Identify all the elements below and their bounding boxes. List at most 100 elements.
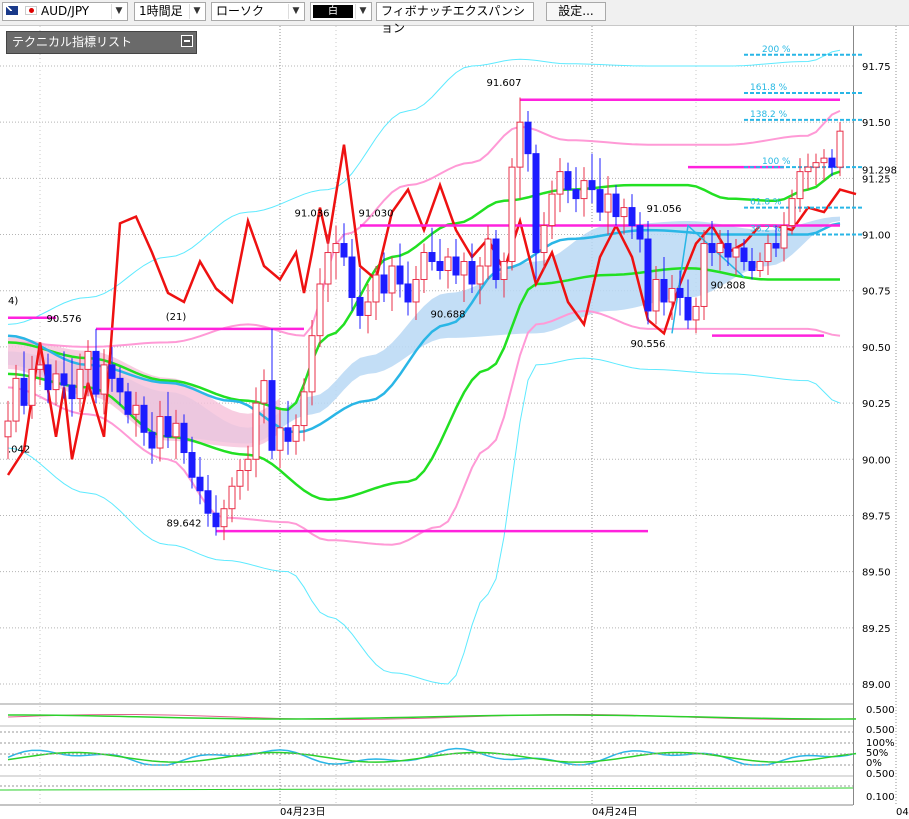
candle	[596, 158, 604, 222]
candle	[268, 328, 276, 460]
price-tick-label: 90.50	[862, 343, 891, 354]
candle-body	[764, 243, 772, 263]
candle-body	[740, 247, 748, 263]
candle	[436, 239, 444, 280]
time-tick-label: 04月25日	[896, 806, 909, 818]
candle	[212, 495, 220, 536]
candle	[700, 230, 708, 320]
time-tick-label: 04月24日	[592, 806, 637, 818]
candle-body	[788, 198, 796, 227]
candle-body	[52, 373, 60, 391]
candle	[204, 475, 212, 527]
candle	[556, 158, 564, 213]
price-tick-label: 91.75	[862, 62, 891, 73]
price-axis: 91.7591.5091.2591.0090.7590.5090.2590.00…	[862, 62, 897, 691]
candle	[484, 225, 492, 280]
candle-body	[748, 261, 756, 272]
candle-body	[500, 261, 508, 280]
price-tick-label: 90.25	[862, 399, 891, 410]
candle-body	[268, 380, 276, 451]
price-tick-label: 89.00	[862, 680, 891, 691]
candle-body	[284, 427, 292, 442]
candle-body	[700, 243, 708, 307]
candle-body	[188, 452, 196, 478]
fib-level-label: 61.8 %	[750, 198, 782, 208]
candle-body	[836, 130, 844, 168]
candle-body	[364, 301, 372, 316]
price-annotation: 91.607	[487, 78, 522, 89]
sub-panel-tick-label: 0.500	[866, 725, 895, 736]
candle-body	[324, 252, 332, 285]
candle-body	[636, 225, 644, 240]
candle-body	[156, 416, 164, 449]
price-tick-label: 89.25	[862, 624, 891, 635]
candle	[452, 239, 460, 284]
price-annotation: 90.808	[711, 280, 746, 291]
candle-body	[820, 157, 828, 164]
candle-body	[676, 287, 684, 298]
price-annotation: 89.642	[167, 519, 202, 530]
candle-body	[772, 243, 780, 249]
candle-body	[716, 243, 724, 254]
candle-body	[668, 287, 676, 303]
candle-body	[596, 189, 604, 213]
bollinger-lower-1sigma	[7, 309, 841, 546]
candle	[524, 110, 532, 172]
price-chart[interactable]: 200 % 161.8 % 138.2 % 100 % 61.8 % 38.2 % 91.…	[0, 0, 909, 819]
price-annotation: 90.556	[631, 339, 666, 350]
candle-body	[236, 470, 244, 487]
candle-body	[68, 384, 76, 400]
candle-body	[492, 238, 500, 280]
candle-body	[76, 368, 84, 400]
candle-body	[92, 350, 100, 395]
candle-body	[452, 256, 460, 276]
sub-panel-tick-label: 0%	[866, 758, 882, 769]
candle-body	[244, 458, 252, 472]
sub-panel-tick-label: 0.500	[866, 769, 895, 780]
candle-body	[804, 166, 812, 173]
candle-body	[172, 422, 180, 438]
candle-body	[468, 261, 476, 285]
candle-body	[204, 490, 212, 514]
candle-body	[612, 193, 620, 218]
candle	[316, 268, 324, 347]
candle-body	[604, 193, 612, 213]
fib-level-label: 161.8 %	[750, 83, 788, 93]
bottom-indicator-line	[0, 787, 854, 791]
candle-body	[148, 431, 156, 449]
candle-body	[196, 476, 204, 492]
candle-body	[356, 296, 364, 316]
candle-body	[404, 283, 412, 303]
price-annotation: 90.688	[431, 310, 466, 321]
fib-level-label: 200 %	[762, 45, 791, 55]
candle-body	[124, 391, 132, 415]
candle-body	[260, 380, 268, 404]
candle-body	[292, 425, 300, 442]
candle-body	[684, 296, 692, 321]
candle-body	[100, 364, 108, 395]
candle-body	[812, 162, 820, 168]
candle-body	[484, 238, 492, 267]
indicator-list-title: テクニカル指標リスト	[12, 35, 133, 49]
candle-body	[28, 368, 36, 406]
candle	[508, 158, 516, 271]
price-tick-label: 90.75	[862, 287, 891, 298]
candle-body	[828, 157, 836, 168]
candle	[804, 153, 812, 190]
candle-body	[332, 243, 340, 254]
candle-body	[116, 377, 124, 393]
candle-body	[732, 247, 740, 258]
candle-body	[20, 377, 28, 406]
indicator-list-panel[interactable]: テクニカル指標リスト	[6, 31, 197, 54]
current-price-label: 91.298	[862, 166, 897, 177]
candle-body	[524, 121, 532, 155]
candle	[412, 266, 420, 320]
candle-body	[780, 225, 788, 249]
candle	[420, 243, 428, 293]
collapse-icon[interactable]	[181, 35, 193, 47]
candle-body	[476, 265, 484, 285]
candle-body	[300, 391, 308, 427]
candle-body	[572, 189, 580, 200]
indicator-lines	[6, 49, 857, 685]
candle	[404, 261, 412, 316]
